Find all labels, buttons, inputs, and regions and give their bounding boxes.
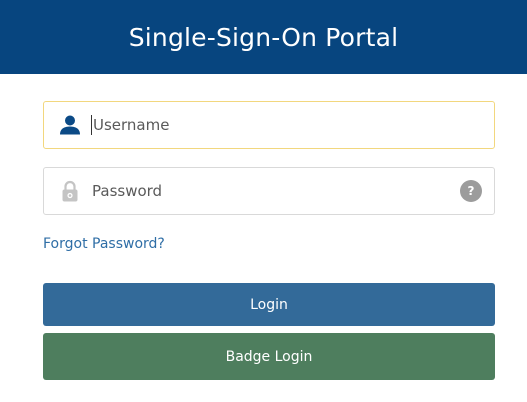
lock-icon [59,180,81,202]
username-input[interactable] [91,115,494,135]
username-field[interactable] [43,101,495,149]
user-icon [59,114,81,136]
password-field[interactable]: ? [43,167,495,215]
login-button[interactable]: Login [43,283,495,326]
sso-login-page: Single-Sign-On Portal ? Forgot Password?… [0,0,527,402]
portal-header: Single-Sign-On Portal [0,0,527,74]
password-help-icon[interactable]: ? [460,180,482,202]
forgot-password-link[interactable]: Forgot Password? [43,236,165,252]
password-input[interactable] [92,176,460,206]
badge-login-button[interactable]: Badge Login [43,333,495,380]
page-title: Single-Sign-On Portal [128,22,399,52]
